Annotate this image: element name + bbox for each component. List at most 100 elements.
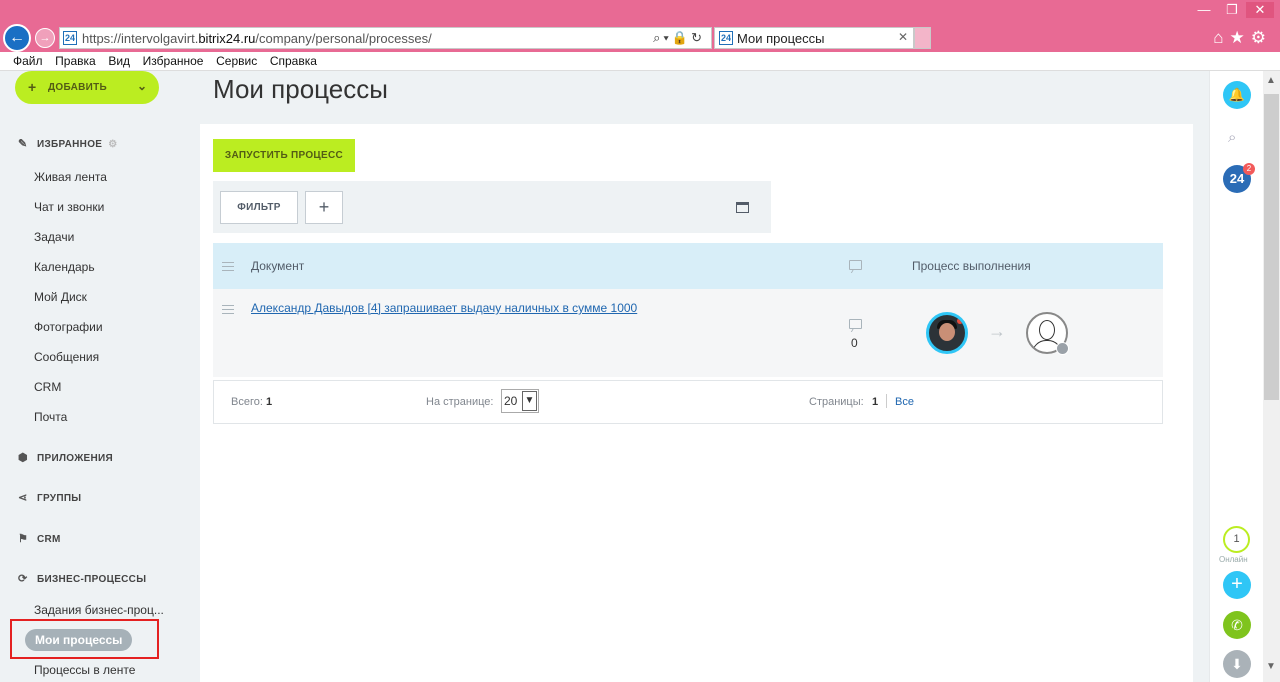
bell-icon[interactable]: 🔔 — [1223, 81, 1251, 109]
search-icon: ⌕▾ — [653, 30, 672, 45]
vertical-scrollbar[interactable]: ▲ ▼ — [1263, 71, 1280, 682]
notification-badge: 2 — [1243, 163, 1255, 175]
gear-icon[interactable]: ⚙ — [108, 139, 117, 150]
add-button-label: ДОБАВИТЬ — [48, 82, 108, 93]
clock-icon — [1056, 342, 1069, 355]
plus-icon[interactable]: + — [1223, 571, 1251, 599]
sidebar-item-live-feed[interactable]: Живая лента — [34, 170, 107, 184]
cube-icon: ⬢ — [18, 452, 28, 464]
address-bar-icons[interactable]: ⌕▾🔒↻ — [653, 30, 705, 46]
browser-tab[interactable]: 24 Мои процессы ✕ — [714, 27, 914, 49]
document-link[interactable]: Александр Давыдов [4] запрашивает выдачу… — [251, 301, 637, 315]
column-process[interactable]: Процесс выполнения — [912, 259, 1031, 273]
new-tab-button[interactable] — [914, 27, 931, 49]
pages-label: Страницы: — [809, 396, 864, 408]
pin-icon: ✎ — [18, 138, 28, 150]
sidebar-item-calendar[interactable]: Календарь — [34, 260, 95, 274]
close-window-icon[interactable]: ✕ — [1246, 2, 1274, 18]
sidebar-item-tasks[interactable]: Задачи — [34, 230, 74, 244]
section-crm[interactable]: ⚑ CRM — [18, 532, 61, 545]
browser-tools[interactable]: ⌂★⚙ — [1213, 28, 1272, 48]
menu-edit[interactable]: Правка — [55, 52, 96, 70]
per-page-select[interactable]: 20 ▼ — [501, 389, 539, 413]
current-page[interactable]: 1 — [872, 396, 878, 408]
arrow-right-icon: → — [988, 321, 1006, 341]
menu-file[interactable]: Файл — [13, 52, 43, 70]
star-icon: ★ — [1229, 28, 1251, 47]
sidebar-item-mail[interactable]: Почта — [34, 410, 67, 424]
comment-count: 0 — [851, 336, 858, 350]
column-document[interactable]: Документ — [251, 259, 304, 273]
section-apps[interactable]: ⬢ ПРИЛОЖЕНИЯ — [18, 451, 113, 464]
table-footer: Всего: 1 На странице: 20 ▼ Страницы: 1 В… — [213, 380, 1163, 424]
online-counter[interactable]: 1 — [1223, 526, 1250, 553]
browser-titlebar: — ❐ ✕ ← → 24 https://intervolgavirt.bitrix… — [0, 0, 1280, 52]
site-favicon-icon: 24 — [63, 31, 77, 45]
home-icon: ⌂ — [1213, 28, 1230, 47]
add-filter-button[interactable]: + — [305, 191, 343, 224]
sidebar-item-feed-processes[interactable]: Процессы в ленте — [34, 663, 135, 677]
tab-title: Мои процессы — [737, 31, 825, 46]
lock-icon: 🔒 — [671, 30, 692, 45]
left-sidebar: + ДОБАВИТЬ ⌄ ✎ ИЗБРАННОЕ ⚙ Живая лента Чат… — [0, 71, 200, 682]
address-bar[interactable]: 24 https://intervolgavirt.bitrix24.ru/co… — [59, 27, 712, 49]
search-icon[interactable]: ⌕ — [1228, 129, 1236, 146]
phone-icon[interactable]: ✆ — [1223, 611, 1251, 639]
total-label: Всего: — [231, 396, 263, 408]
share-icon: ⋖ — [18, 492, 28, 504]
sidebar-item-crm[interactable]: CRM — [34, 380, 61, 394]
address-url[interactable]: https://intervolgavirt.bitrix24.ru/compa… — [82, 31, 432, 46]
menu-help[interactable]: Справка — [270, 52, 317, 70]
highlight-frame — [10, 619, 159, 659]
sidebar-item-messages[interactable]: Сообщения — [34, 350, 99, 364]
start-process-button[interactable]: ЗАПУСТИТЬ ПРОЦЕСС — [213, 139, 355, 172]
download-icon[interactable]: ⬇ — [1223, 650, 1251, 678]
chevron-down-icon: ▼ — [522, 391, 537, 411]
section-groups[interactable]: ⋖ ГРУППЫ — [18, 491, 81, 504]
window-icon[interactable] — [736, 202, 749, 213]
plus-icon: + — [28, 79, 37, 95]
menu-view[interactable]: Вид — [108, 52, 130, 70]
filter-bar: ФИЛЬТР + — [213, 181, 771, 233]
divider — [886, 394, 887, 408]
scroll-down-icon[interactable]: ▼ — [1266, 661, 1276, 672]
right-panel: 🔔 ⌕ 24 2 1 Онлайн + ✆ ⬇ — [1209, 71, 1263, 682]
page-title: Мои процессы — [213, 74, 388, 104]
sidebar-item-drive[interactable]: Мой Диск — [34, 290, 87, 304]
scroll-thumb[interactable] — [1264, 94, 1279, 400]
flag-icon: ⚑ — [18, 533, 29, 545]
tab-close-icon[interactable]: ✕ — [898, 30, 908, 44]
restore-icon[interactable]: ❐ — [1218, 2, 1246, 18]
avatar[interactable] — [926, 312, 968, 354]
sidebar-item-bp-tasks[interactable]: Задания бизнес-проц... — [34, 603, 164, 617]
scroll-up-icon[interactable]: ▲ — [1266, 75, 1276, 86]
cycle-icon: ⟳ — [18, 573, 28, 585]
menu-tools[interactable]: Сервис — [216, 52, 257, 70]
forward-button[interactable]: → — [35, 28, 55, 48]
gear-icon: ⚙ — [1250, 28, 1272, 47]
section-favorites[interactable]: ✎ ИЗБРАННОЕ ⚙ — [18, 137, 118, 150]
all-pages-link[interactable]: Все — [895, 396, 914, 408]
column-settings-icon[interactable] — [222, 262, 234, 271]
back-button[interactable]: ← — [3, 24, 31, 52]
table-header: Документ Процесс выполнения — [213, 243, 1163, 289]
filter-button[interactable]: ФИЛЬТР — [220, 191, 298, 224]
menu-bar: Файл Правка Вид Избранное Сервис Справка — [0, 52, 1280, 71]
total-value: 1 — [266, 396, 273, 408]
per-page-label: На странице: — [426, 396, 494, 408]
online-label: Онлайн — [1219, 555, 1248, 564]
main-content: ЗАПУСТИТЬ ПРОЦЕСС ФИЛЬТР + Документ Проц… — [200, 124, 1193, 682]
sidebar-item-photos[interactable]: Фотографии — [34, 320, 103, 334]
menu-favorites[interactable]: Избранное — [143, 52, 204, 70]
table-row[interactable]: Александр Давыдов [4] запрашивает выдачу… — [213, 289, 1163, 377]
add-button[interactable]: + ДОБАВИТЬ ⌄ — [15, 71, 159, 104]
sidebar-item-chat[interactable]: Чат и звонки — [34, 200, 104, 214]
comment-icon[interactable] — [849, 319, 862, 329]
comments-column-icon — [849, 260, 862, 270]
minimize-icon[interactable]: — — [1190, 2, 1218, 17]
window-controls: — ❐ ✕ — [1190, 2, 1274, 18]
row-menu-icon[interactable] — [222, 305, 234, 314]
chevron-down-icon: ⌄ — [136, 79, 147, 93]
tab-favicon-icon: 24 — [719, 31, 733, 45]
section-business-processes[interactable]: ⟳ БИЗНЕС-ПРОЦЕССЫ — [18, 572, 146, 585]
